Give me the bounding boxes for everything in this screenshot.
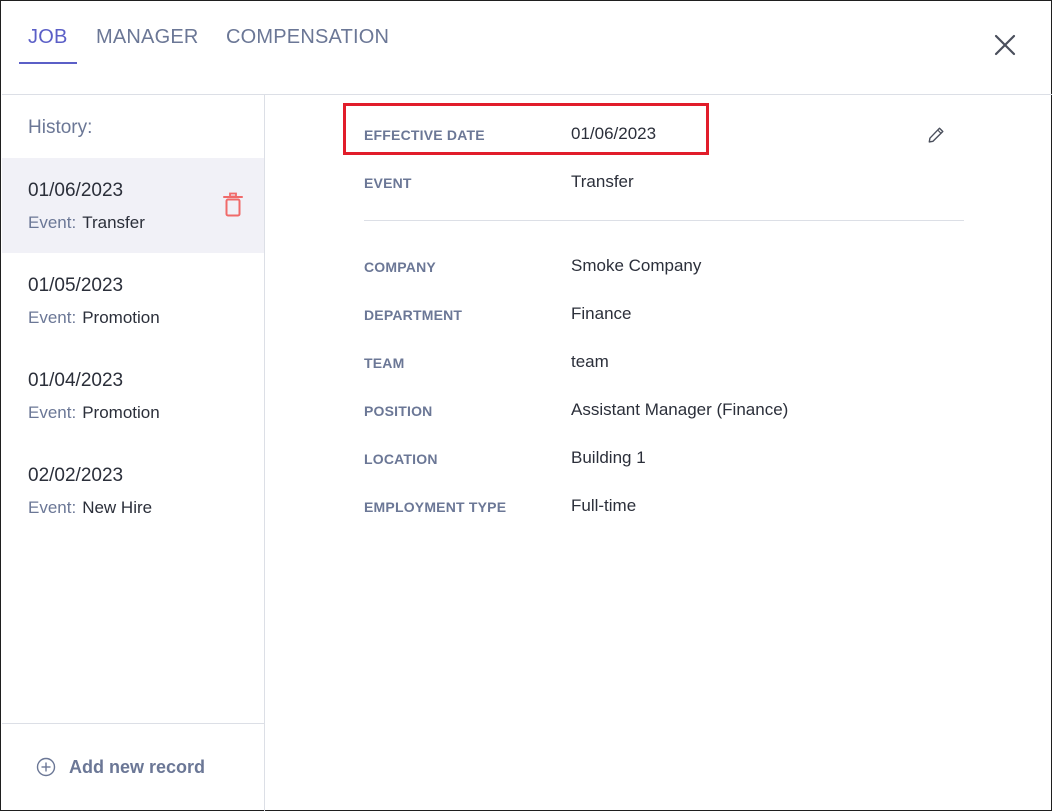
record-event-label: Event: — [28, 308, 77, 327]
record-event-value: Promotion — [82, 308, 160, 327]
department-value: Finance — [571, 304, 632, 323]
active-tab-indicator — [19, 62, 77, 64]
location-value: Building 1 — [571, 448, 646, 467]
plus-circle-icon — [36, 757, 56, 777]
position-value: Assistant Manager (Finance) — [571, 400, 789, 419]
job-details-dialog: JOB MANAGER COMPENSATION History: 01/06/… — [0, 0, 1052, 811]
record-event-value: Promotion — [82, 403, 160, 422]
tab-compensation[interactable]: COMPENSATION — [226, 26, 389, 49]
record-date: 01/06/2023 — [28, 180, 124, 201]
add-new-record-button[interactable]: Add new record — [36, 755, 205, 779]
record-event: Event: Promotion — [28, 403, 160, 423]
department-label: DEPARTMENT — [364, 307, 463, 323]
company-label: COMPANY — [364, 259, 436, 275]
record-event-label: Event: — [28, 498, 77, 517]
history-record-4[interactable]: 02/02/2023 Event: New Hire — [2, 443, 264, 538]
delete-record-button[interactable] — [222, 192, 244, 218]
location-label: LOCATION — [364, 451, 438, 467]
trash-icon — [223, 192, 243, 217]
record-event-label: Event: — [28, 403, 77, 422]
history-sidebar: History: 01/06/2023 Event: Transfer 01/05… — [2, 95, 265, 811]
record-event: Event: Promotion — [28, 308, 160, 328]
record-event: Event: Transfer — [28, 213, 145, 233]
event-value: Transfer — [571, 172, 634, 191]
job-details-panel: EFFECTIVE DATE 01/06/2023 EVENT Transfer… — [266, 95, 1052, 811]
team-value: team — [571, 352, 609, 371]
details-divider — [364, 220, 964, 221]
tab-manager[interactable]: MANAGER — [96, 26, 199, 49]
record-date: 02/02/2023 — [28, 465, 124, 486]
record-event: Event: New Hire — [28, 498, 152, 518]
effective-date-value: 01/06/2023 — [571, 124, 657, 143]
history-record-2[interactable]: 01/05/2023 Event: Promotion — [2, 253, 264, 348]
team-label: TEAM — [364, 355, 405, 371]
record-event-label: Event: — [28, 213, 77, 232]
close-icon — [994, 34, 1016, 56]
company-value: Smoke Company — [571, 256, 702, 275]
record-date: 01/04/2023 — [28, 370, 124, 391]
record-date: 01/05/2023 — [28, 275, 124, 296]
dialog-header: JOB MANAGER COMPENSATION — [2, 2, 1052, 95]
edit-button[interactable] — [926, 125, 946, 145]
position-label: POSITION — [364, 403, 433, 419]
add-new-record-label: Add new record — [69, 756, 206, 777]
tab-job[interactable]: JOB — [28, 26, 68, 49]
employment-type-value: Full-time — [571, 496, 637, 515]
effective-date-label: EFFECTIVE DATE — [364, 127, 485, 143]
close-button[interactable] — [992, 32, 1018, 58]
sidebar-divider — [2, 723, 264, 724]
record-event-value: New Hire — [82, 498, 153, 517]
history-record-1[interactable]: 01/06/2023 Event: Transfer — [2, 158, 264, 253]
event-label: EVENT — [364, 175, 412, 191]
employment-type-label: EMPLOYMENT TYPE — [364, 499, 507, 515]
history-title: History: — [28, 117, 93, 138]
record-event-value: Transfer — [82, 213, 145, 232]
history-record-3[interactable]: 01/04/2023 Event: Promotion — [2, 348, 264, 443]
pencil-icon — [928, 127, 944, 143]
